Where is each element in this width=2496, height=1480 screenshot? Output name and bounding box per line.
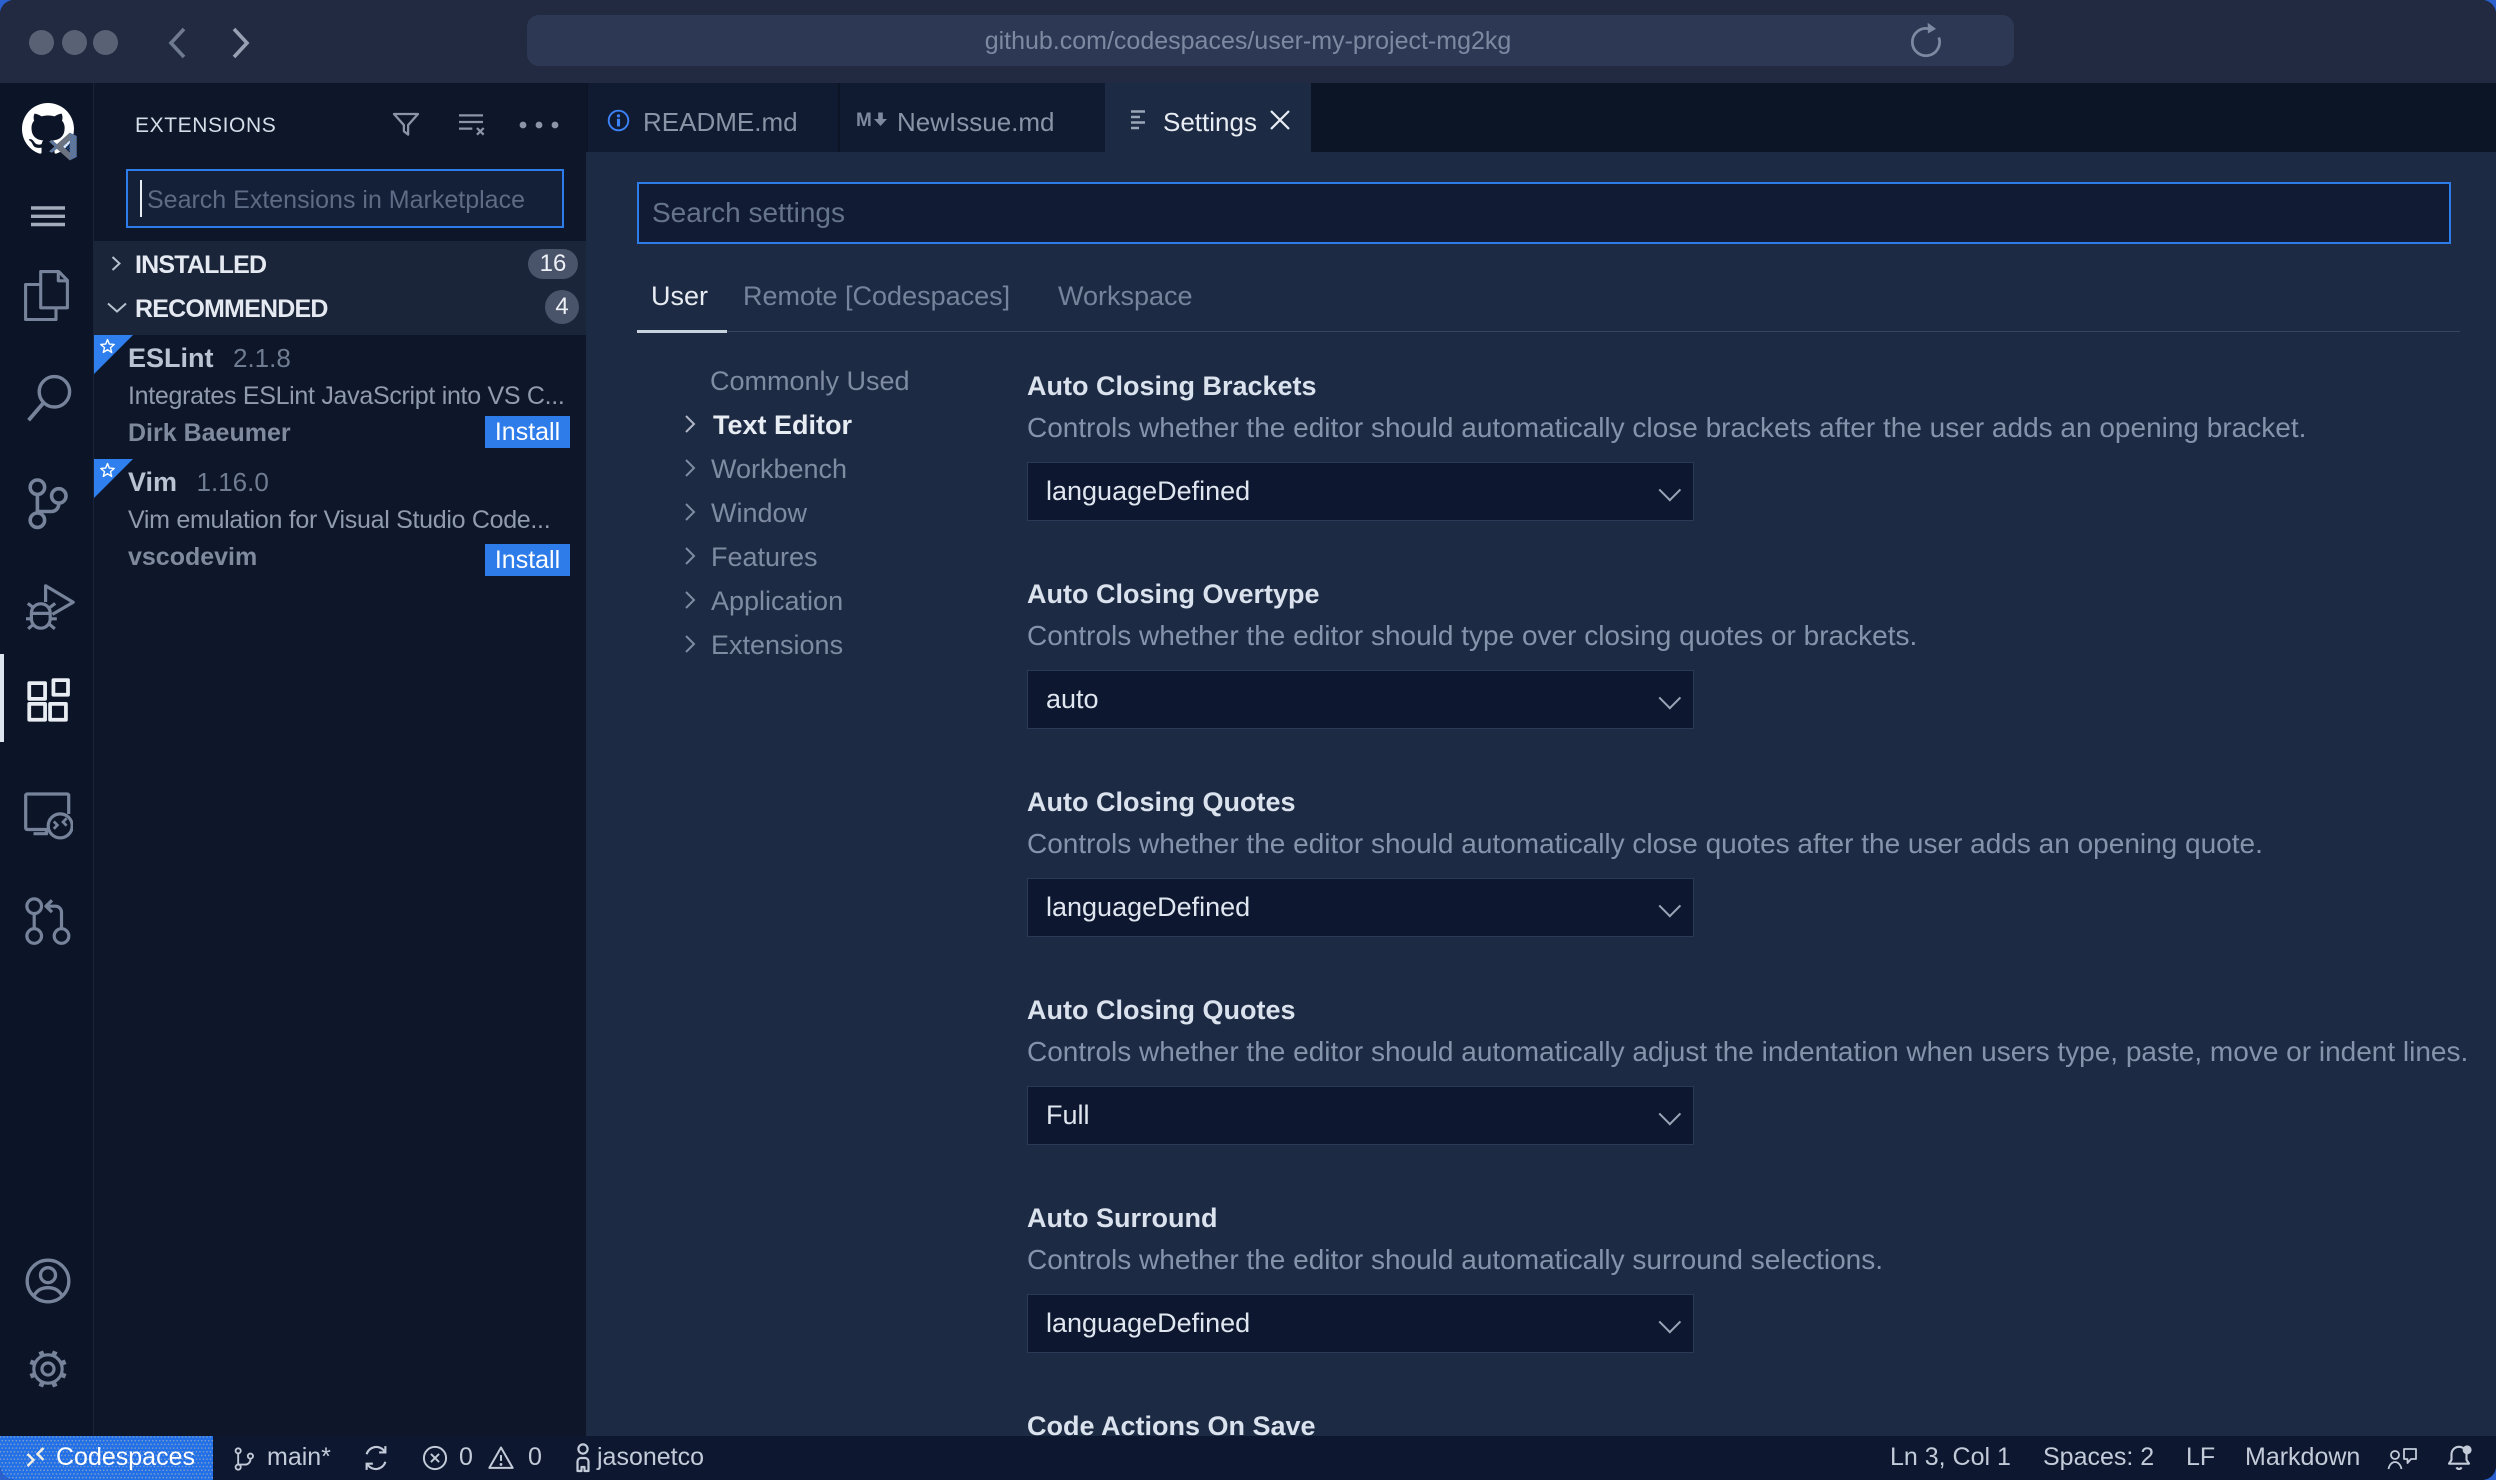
svg-text:M: M — [856, 110, 872, 131]
